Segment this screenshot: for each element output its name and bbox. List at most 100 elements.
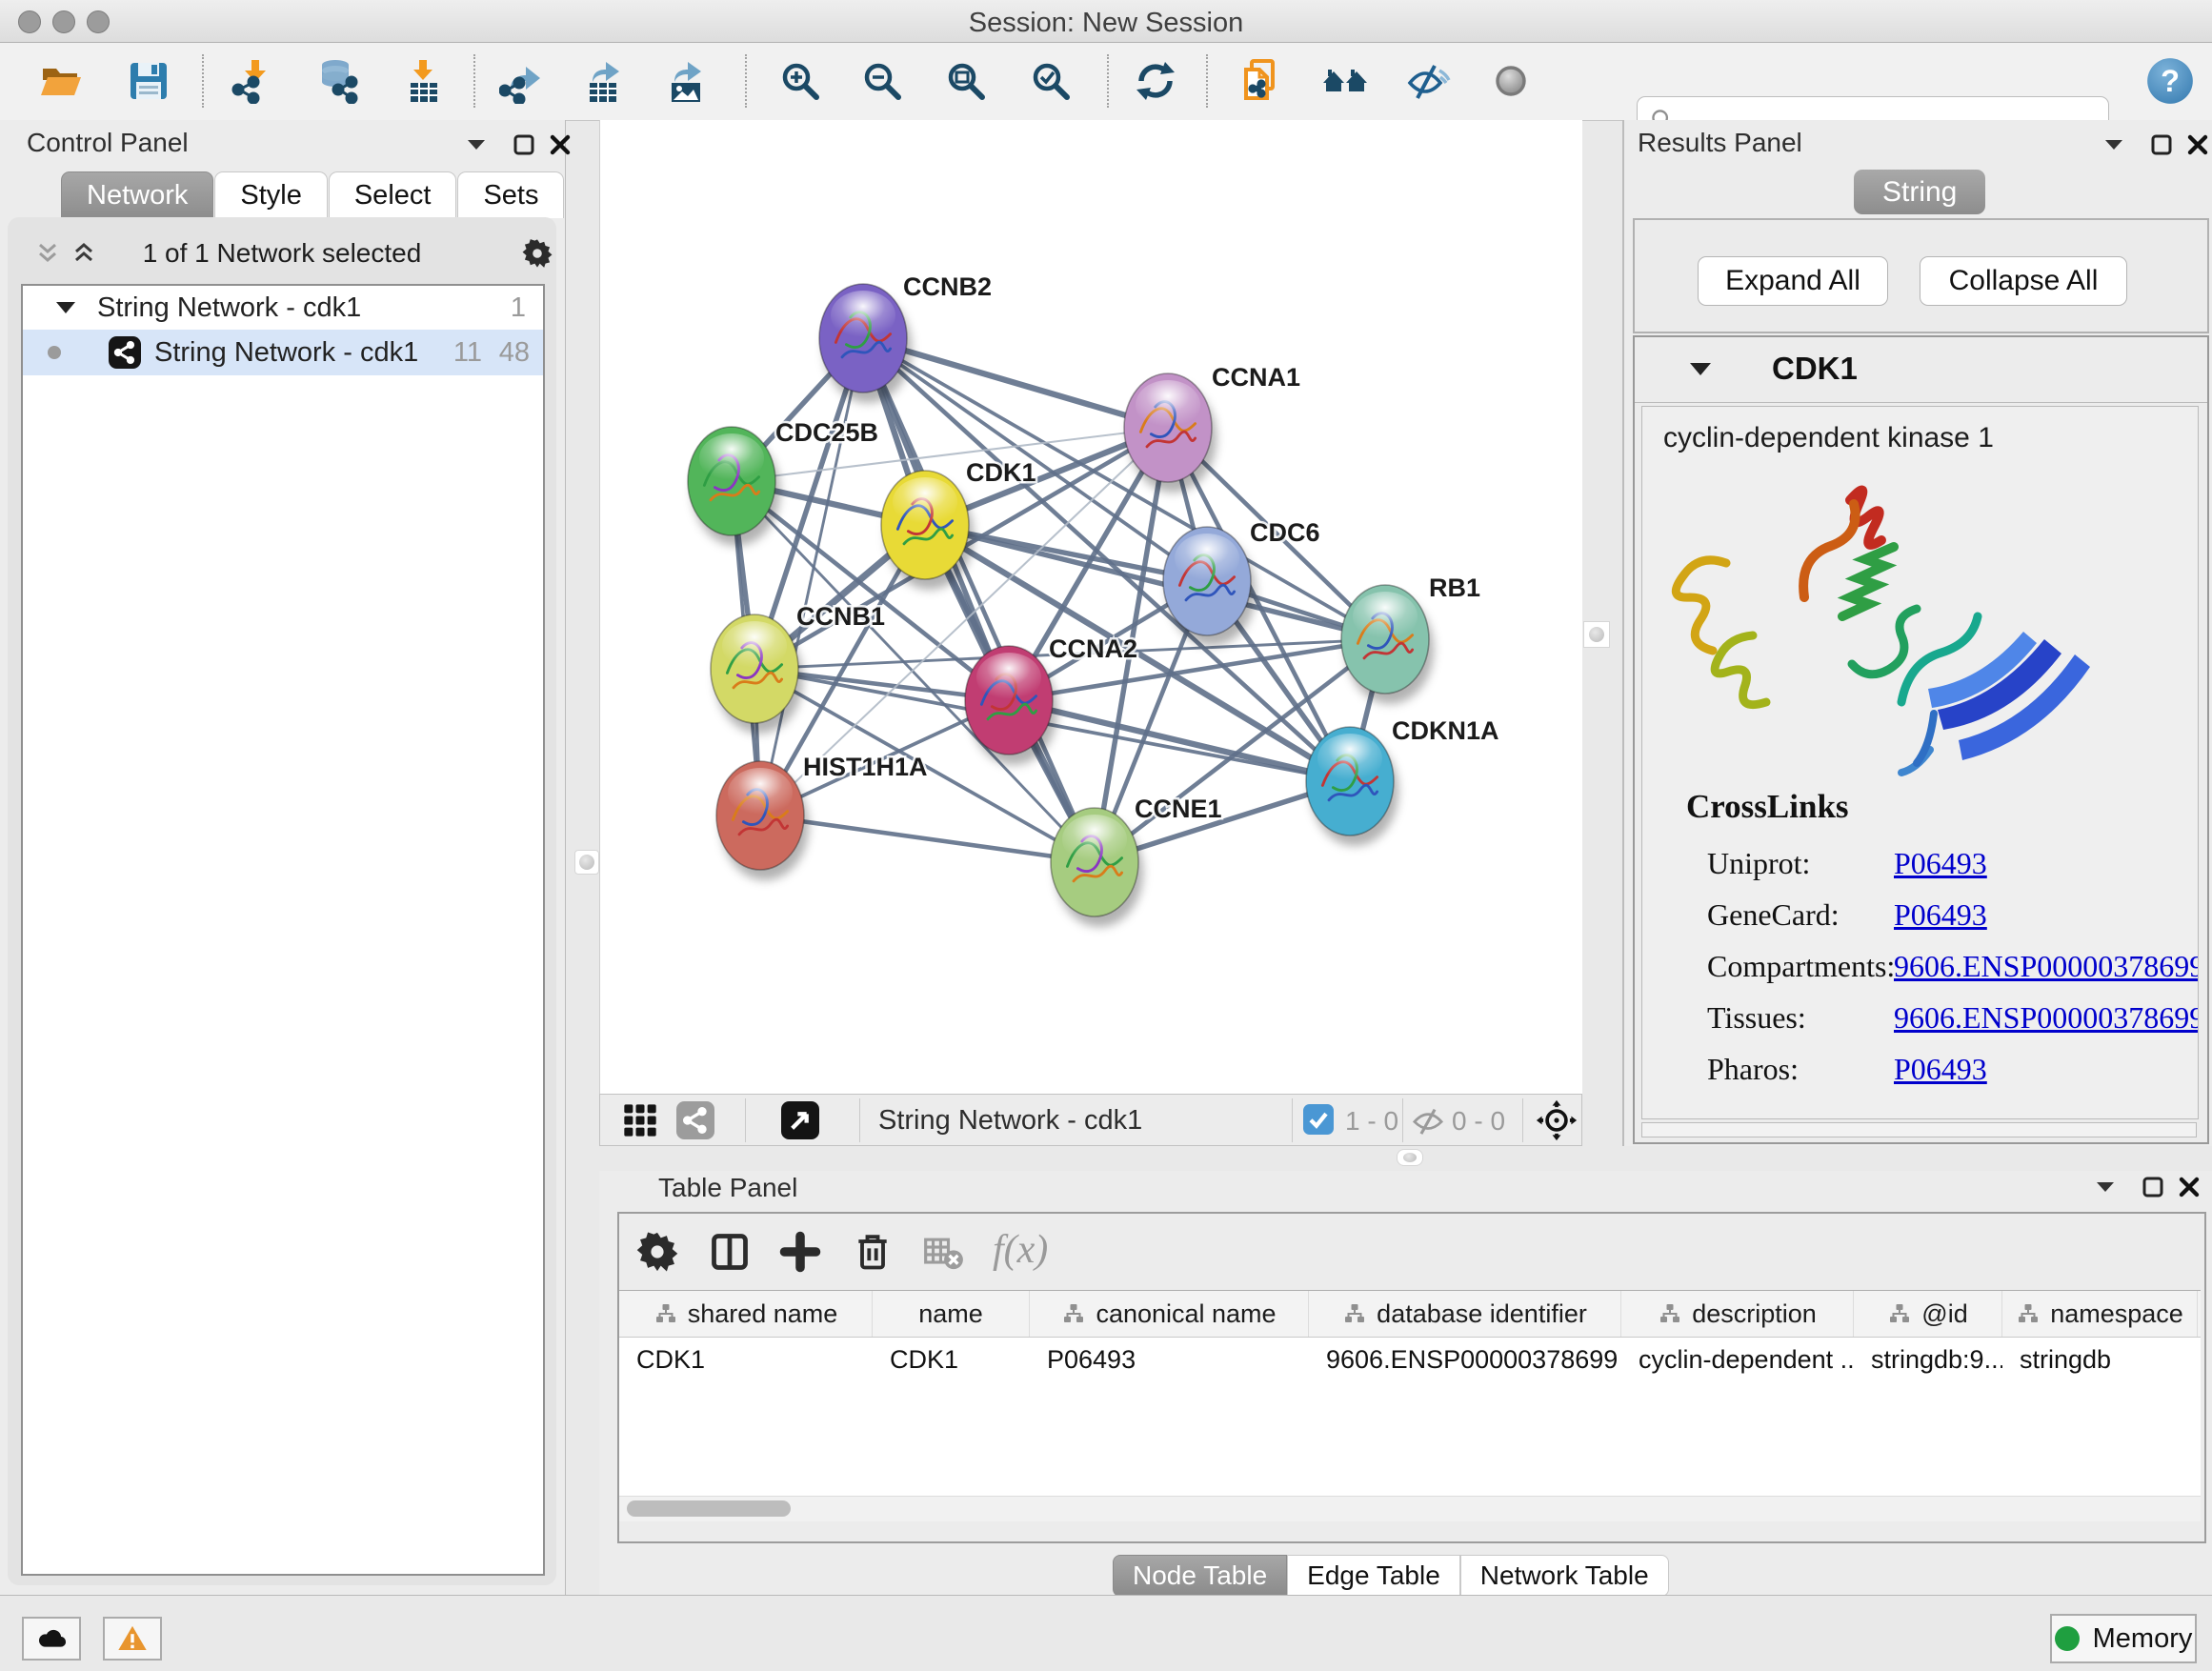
scrollbar-thumb[interactable] bbox=[627, 1500, 791, 1517]
network-node-CCNE1[interactable] bbox=[1051, 808, 1143, 927]
close-panel-icon[interactable] bbox=[547, 131, 573, 158]
import-network-database-icon[interactable] bbox=[314, 58, 360, 104]
tab-node-table[interactable]: Node Table bbox=[1113, 1555, 1287, 1597]
tab-style[interactable]: Style bbox=[214, 171, 327, 218]
crosslink-link[interactable]: P06493 bbox=[1894, 897, 1987, 933]
expand-all-button[interactable]: Expand All bbox=[1698, 256, 1888, 306]
gene-expand-icon[interactable] bbox=[1688, 360, 1713, 377]
network-node-CCNB2[interactable] bbox=[819, 284, 912, 403]
network-node-CCNB1[interactable] bbox=[711, 614, 803, 734]
network-view-type-icon[interactable] bbox=[676, 1101, 714, 1139]
collection-expand-icon[interactable] bbox=[55, 300, 76, 315]
network-node-HIST1H1A[interactable] bbox=[716, 761, 809, 880]
export-table-icon[interactable] bbox=[581, 58, 627, 104]
detach-view-icon[interactable] bbox=[781, 1101, 819, 1139]
tab-network[interactable]: Network bbox=[61, 171, 213, 218]
network-row[interactable]: String Network - cdk1 11 48 bbox=[23, 330, 543, 375]
status-bar: Memory bbox=[0, 1595, 2212, 1671]
tab-edge-table[interactable]: Edge Table bbox=[1287, 1555, 1460, 1597]
table-cell[interactable]: 9606.ENSP00000378699 bbox=[1309, 1338, 1621, 1381]
tab-sets[interactable]: Sets bbox=[457, 171, 564, 218]
float-panel-icon[interactable] bbox=[2140, 1174, 2166, 1200]
network-node-CDK1[interactable] bbox=[881, 471, 974, 590]
delete-table-icon[interactable] bbox=[922, 1231, 964, 1273]
network-node-CDC6[interactable] bbox=[1163, 527, 1256, 646]
tab-string[interactable]: String bbox=[1854, 170, 1985, 214]
hide-selected-icon[interactable] bbox=[1405, 58, 1451, 104]
show-hide-panels-icon[interactable] bbox=[1322, 58, 1368, 104]
open-session-icon[interactable] bbox=[38, 58, 84, 104]
float-panel-icon[interactable] bbox=[511, 131, 537, 158]
export-network-icon[interactable] bbox=[499, 58, 545, 104]
table-horizontal-scrollbar[interactable] bbox=[619, 1496, 2201, 1521]
grid-view-icon[interactable] bbox=[621, 1101, 659, 1139]
import-table-icon[interactable] bbox=[400, 58, 446, 104]
table-cell[interactable]: cyclin-dependent ... bbox=[1621, 1338, 1854, 1381]
tab-select[interactable]: Select bbox=[329, 171, 457, 218]
network-edge[interactable] bbox=[760, 815, 1095, 862]
close-panel-icon[interactable] bbox=[2176, 1174, 2202, 1200]
collapse-all-button[interactable]: Collapse All bbox=[1920, 256, 2127, 306]
show-columns-icon[interactable] bbox=[709, 1231, 751, 1273]
table-cell[interactable]: CDK1 bbox=[619, 1338, 873, 1381]
network-collection-row[interactable]: String Network - cdk1 1 bbox=[23, 286, 543, 330]
memory-button[interactable]: Memory bbox=[2050, 1614, 2197, 1663]
hidden-eye-slash-icon[interactable] bbox=[1412, 1104, 1444, 1137]
clone-network-icon[interactable] bbox=[1237, 58, 1283, 104]
tab-network-table[interactable]: Network Table bbox=[1460, 1555, 1669, 1597]
network-canvas[interactable]: CCNB2CCNA1CDC25BCDK1CDC6RB1CCNB1CCNA2CDK… bbox=[599, 120, 1582, 1094]
selected-checkbox-icon[interactable] bbox=[1303, 1104, 1334, 1135]
zoom-out-icon[interactable] bbox=[859, 58, 905, 104]
crosslink-link[interactable]: 9606.ENSP00000378699 bbox=[1894, 949, 2199, 984]
collapse-panel-icon[interactable] bbox=[463, 131, 490, 158]
warning-status-button[interactable] bbox=[103, 1617, 162, 1661]
network-node-RB1[interactable] bbox=[1341, 585, 1434, 704]
close-panel-icon[interactable] bbox=[2184, 131, 2211, 158]
table-cell[interactable]: stringdb:9... bbox=[1854, 1338, 2002, 1381]
network-edge[interactable] bbox=[760, 338, 863, 815]
float-panel-icon[interactable] bbox=[2148, 131, 2175, 158]
show-all-icon[interactable] bbox=[1488, 58, 1534, 104]
table-cell[interactable]: stringdb bbox=[2002, 1338, 2198, 1381]
network-edge[interactable] bbox=[863, 338, 1095, 862]
save-session-icon[interactable] bbox=[126, 58, 171, 104]
function-builder-icon[interactable]: f(x) bbox=[993, 1227, 1048, 1273]
crosslink-link[interactable]: P06493 bbox=[1894, 846, 1987, 881]
column-header-name[interactable]: name bbox=[873, 1291, 1030, 1337]
crosslink-label: Tissues: bbox=[1707, 1000, 1894, 1036]
table-cell[interactable]: CDK1 bbox=[873, 1338, 1030, 1381]
column-header-namespace[interactable]: namespace bbox=[2002, 1291, 2198, 1337]
collapse-panel-icon[interactable] bbox=[2101, 131, 2127, 158]
right-splitter-handle[interactable] bbox=[1583, 621, 1610, 648]
column-header-canonical-name[interactable]: canonical name bbox=[1030, 1291, 1309, 1337]
table-options-gear-icon[interactable] bbox=[636, 1231, 678, 1273]
crosslink-link[interactable]: P06493 bbox=[1894, 1052, 1987, 1087]
gene-accordion-header[interactable]: CDK1 bbox=[1635, 337, 2207, 403]
column-header-shared-name[interactable]: shared name bbox=[619, 1291, 873, 1337]
delete-column-icon[interactable] bbox=[852, 1231, 894, 1273]
collapse-panel-icon[interactable] bbox=[2092, 1174, 2119, 1200]
refresh-icon[interactable] bbox=[1133, 58, 1178, 104]
network-node-CCNA2[interactable] bbox=[965, 646, 1057, 765]
network-node-CDKN1A[interactable] bbox=[1306, 727, 1398, 846]
network-options-gear-icon[interactable] bbox=[522, 238, 553, 269]
zoom-selected-icon[interactable] bbox=[1028, 58, 1074, 104]
add-column-icon[interactable] bbox=[779, 1231, 821, 1273]
column-header-description[interactable]: description bbox=[1621, 1291, 1854, 1337]
control-panel-tabs: NetworkStyleSelectSets bbox=[61, 171, 565, 218]
export-image-icon[interactable] bbox=[663, 58, 709, 104]
table-row[interactable]: CDK1CDK1P064939606.ENSP00000378699cyclin… bbox=[619, 1338, 2201, 1381]
birds-eye-view-icon[interactable] bbox=[1536, 1099, 1578, 1141]
column-header--id[interactable]: @id bbox=[1854, 1291, 2002, 1337]
zoom-in-icon[interactable] bbox=[777, 58, 823, 104]
table-panel-tabs: Node TableEdge TableNetwork Table bbox=[1113, 1555, 1669, 1597]
import-network-file-icon[interactable] bbox=[229, 58, 274, 104]
column-header-database-identifier[interactable]: database identifier bbox=[1309, 1291, 1621, 1337]
table-cell[interactable]: P06493 bbox=[1030, 1338, 1309, 1381]
bottom-splitter-handle[interactable] bbox=[1397, 1149, 1423, 1166]
zoom-fit-icon[interactable] bbox=[943, 58, 989, 104]
left-splitter-handle[interactable] bbox=[574, 850, 599, 875]
cloud-status-button[interactable] bbox=[22, 1617, 81, 1661]
help-icon[interactable]: ? bbox=[2145, 56, 2195, 106]
crosslink-link[interactable]: 9606.ENSP00000378699 bbox=[1894, 1000, 2199, 1036]
